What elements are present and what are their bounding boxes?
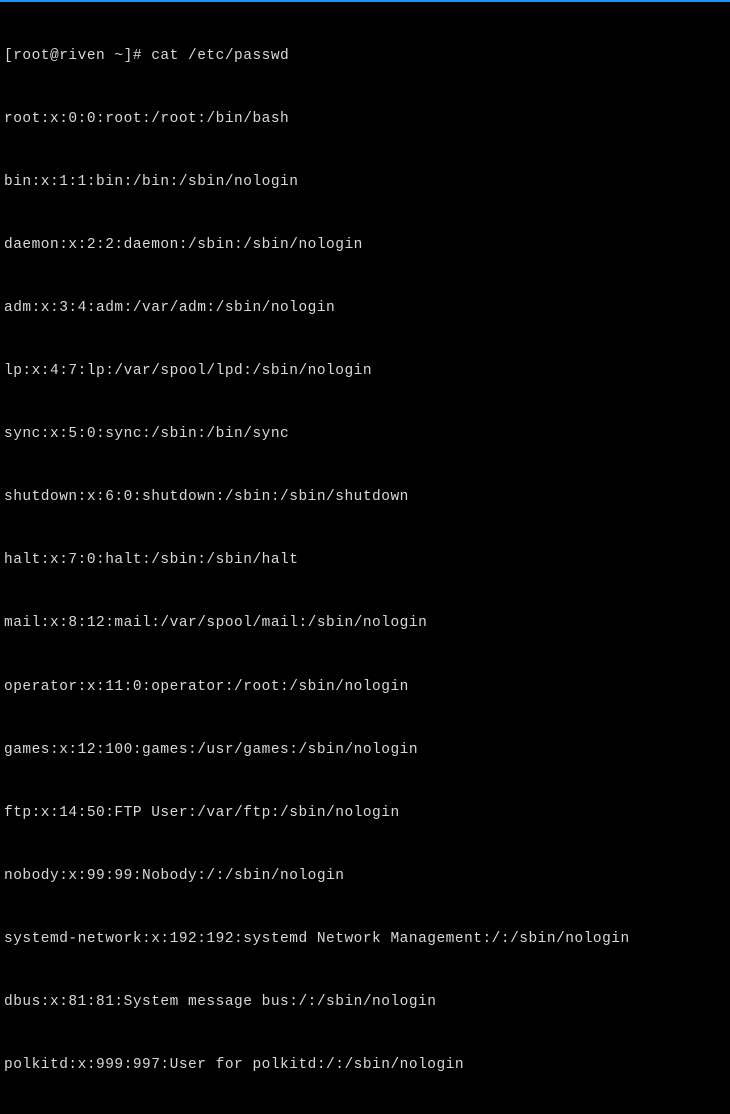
passwd-line: adm:x:3:4:adm:/var/adm:/sbin/nologin — [4, 298, 726, 319]
passwd-line: mail:x:8:12:mail:/var/spool/mail:/sbin/n… — [4, 613, 726, 634]
passwd-line: operator:x:11:0:operator:/root:/sbin/nol… — [4, 677, 726, 698]
command-line: [root@riven ~]# cat /etc/passwd — [4, 46, 726, 67]
passwd-line: root:x:0:0:root:/root:/bin/bash — [4, 109, 726, 130]
passwd-line: sync:x:5:0:sync:/sbin:/bin/sync — [4, 424, 726, 445]
passwd-line: halt:x:7:0:halt:/sbin:/sbin/halt — [4, 550, 726, 571]
passwd-line: systemd-network:x:192:192:systemd Networ… — [4, 929, 726, 950]
terminal-window[interactable]: [root@riven ~]# cat /etc/passwd root:x:0… — [0, 2, 730, 1114]
passwd-line: dbus:x:81:81:System message bus:/:/sbin/… — [4, 992, 726, 1013]
passwd-line: polkitd:x:999:997:User for polkitd:/:/sb… — [4, 1055, 726, 1076]
passwd-line: daemon:x:2:2:daemon:/sbin:/sbin/nologin — [4, 235, 726, 256]
passwd-line: bin:x:1:1:bin:/bin:/sbin/nologin — [4, 172, 726, 193]
passwd-line: ftp:x:14:50:FTP User:/var/ftp:/sbin/nolo… — [4, 803, 726, 824]
passwd-line: lp:x:4:7:lp:/var/spool/lpd:/sbin/nologin — [4, 361, 726, 382]
passwd-line: nobody:x:99:99:Nobody:/:/sbin/nologin — [4, 866, 726, 887]
passwd-line: games:x:12:100:games:/usr/games:/sbin/no… — [4, 740, 726, 761]
passwd-line: shutdown:x:6:0:shutdown:/sbin:/sbin/shut… — [4, 487, 726, 508]
